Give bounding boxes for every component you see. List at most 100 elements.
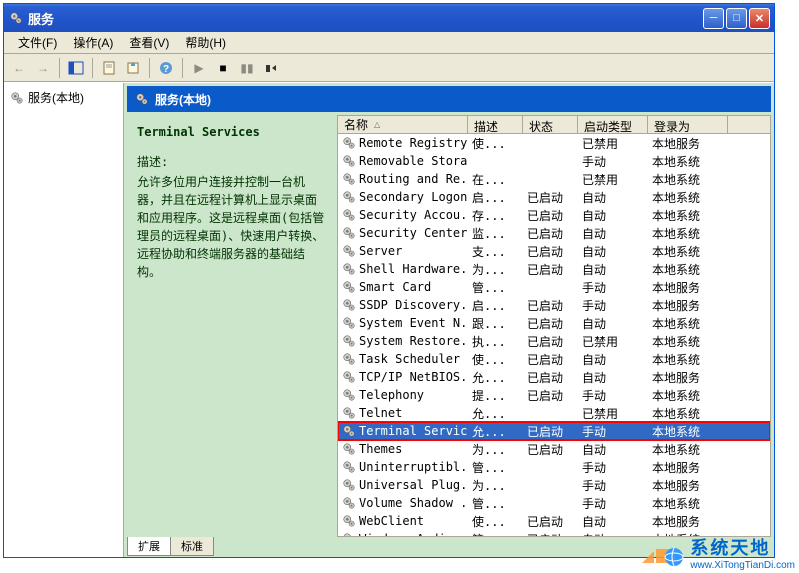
toolbar: ← → ? ▶ ■ ▮▮ xyxy=(4,54,774,82)
service-row[interactable]: Volume Shadow ...管...手动本地系统 xyxy=(338,494,770,512)
service-desc: 管... xyxy=(468,279,523,296)
service-row[interactable]: WebClient使...已启动自动本地服务 xyxy=(338,512,770,530)
service-row[interactable]: Server支...已启动自动本地系统 xyxy=(338,242,770,260)
stop-service-button[interactable]: ■ xyxy=(212,57,234,79)
restart-service-button[interactable] xyxy=(260,57,282,79)
menu-file[interactable]: 文件(F) xyxy=(10,32,65,53)
service-name: Remote Registry xyxy=(359,136,467,150)
properties-button[interactable] xyxy=(98,57,120,79)
service-row[interactable]: Smart Card管...手动本地服务 xyxy=(338,278,770,296)
service-start: 手动 xyxy=(578,279,648,296)
gears-icon xyxy=(342,136,356,150)
gears-icon xyxy=(342,226,356,240)
help-button[interactable]: ? xyxy=(155,57,177,79)
service-row[interactable]: System Restore...执...已启动已禁用本地系统 xyxy=(338,332,770,350)
service-row[interactable]: Themes为...已启动自动本地系统 xyxy=(338,440,770,458)
service-logon: 本地系统 xyxy=(648,315,728,332)
service-logon: 本地系统 xyxy=(648,243,728,260)
menu-help[interactable]: 帮助(H) xyxy=(177,32,234,53)
service-desc: 使... xyxy=(468,135,523,152)
maximize-button[interactable]: □ xyxy=(726,8,747,29)
service-status: 已启动 xyxy=(523,225,578,242)
gears-icon xyxy=(342,424,356,438)
service-logon: 本地系统 xyxy=(648,387,728,404)
service-name: Server xyxy=(359,244,402,258)
service-start: 自动 xyxy=(578,531,648,537)
export-button[interactable] xyxy=(122,57,144,79)
col-logon[interactable]: 登录为 xyxy=(648,116,728,133)
service-desc: 使... xyxy=(468,513,523,530)
gears-icon xyxy=(342,298,356,312)
service-desc: 为... xyxy=(468,261,523,278)
service-name: Security Accou... xyxy=(359,208,468,222)
service-row[interactable]: Secondary Logon启...已启动自动本地系统 xyxy=(338,188,770,206)
pause-service-button[interactable]: ▮▮ xyxy=(236,57,258,79)
service-name: Themes xyxy=(359,442,402,456)
service-logon: 本地系统 xyxy=(648,207,728,224)
gears-icon xyxy=(342,262,356,276)
service-logon: 本地系统 xyxy=(648,171,728,188)
service-logon: 本地系统 xyxy=(648,495,728,512)
menu-view[interactable]: 查看(V) xyxy=(121,32,177,53)
service-start: 自动 xyxy=(578,207,648,224)
service-desc: 管... xyxy=(468,531,523,537)
tab-standard[interactable]: 标准 xyxy=(170,537,214,556)
service-row[interactable]: Remote Registry使...已禁用本地服务 xyxy=(338,134,770,152)
gears-icon xyxy=(135,92,149,106)
service-row[interactable]: Task Scheduler使...已启动自动本地系统 xyxy=(338,350,770,368)
gears-icon xyxy=(342,406,356,420)
close-button[interactable]: ✕ xyxy=(749,8,770,29)
col-name[interactable]: 名称△ xyxy=(338,116,468,133)
service-status: 已启动 xyxy=(523,423,578,440)
tab-extended[interactable]: 扩展 xyxy=(127,537,171,556)
service-logon: 本地系统 xyxy=(648,189,728,206)
client-area: 服务(本地) 服务(本地) Terminal Services 描述: 允许多位… xyxy=(4,82,774,557)
sort-asc-icon: △ xyxy=(374,120,380,129)
col-status[interactable]: 状态 xyxy=(523,116,578,133)
show-hide-button[interactable] xyxy=(65,57,87,79)
service-desc: 使... xyxy=(468,351,523,368)
service-logon: 本地服务 xyxy=(648,369,728,386)
tree-root-item[interactable]: 服务(本地) xyxy=(8,87,119,108)
service-desc: 允... xyxy=(468,423,523,440)
back-button[interactable]: ← xyxy=(8,57,30,79)
service-desc: 启... xyxy=(468,189,523,206)
titlebar[interactable]: 服务 ─ □ ✕ xyxy=(4,4,774,32)
menubar: 文件(F) 操作(A) 查看(V) 帮助(H) xyxy=(4,32,774,54)
service-row[interactable]: Terminal Services允...已启动手动本地系统 xyxy=(338,422,770,440)
col-start[interactable]: 启动类型 xyxy=(578,116,648,133)
minimize-button[interactable]: ─ xyxy=(703,8,724,29)
forward-button[interactable]: → xyxy=(32,57,54,79)
service-status: 已启动 xyxy=(523,387,578,404)
list-body[interactable]: Remote Registry使...已禁用本地服务Removable Stor… xyxy=(338,134,770,536)
service-row[interactable]: Telnet允...已禁用本地系统 xyxy=(338,404,770,422)
watermark: 系统天地 www.XiTongTianDi.com xyxy=(640,533,795,571)
service-start: 已禁用 xyxy=(578,135,648,152)
service-name: System Event N... xyxy=(359,316,468,330)
gears-icon xyxy=(342,208,356,222)
service-name: Secondary Logon xyxy=(359,190,467,204)
gears-icon xyxy=(342,352,356,366)
col-desc[interactable]: 描述 xyxy=(468,116,523,133)
service-row[interactable]: Security Accou...存...已启动自动本地系统 xyxy=(338,206,770,224)
service-start: 自动 xyxy=(578,513,648,530)
menu-action[interactable]: 操作(A) xyxy=(65,32,121,53)
service-row[interactable]: Security Center监...已启动自动本地系统 xyxy=(338,224,770,242)
service-row[interactable]: Shell Hardware...为...已启动自动本地系统 xyxy=(338,260,770,278)
service-desc: 为... xyxy=(468,477,523,494)
service-desc: 存... xyxy=(468,207,523,224)
service-row[interactable]: TCP/IP NetBIOS...允...已启动自动本地服务 xyxy=(338,368,770,386)
service-row[interactable]: SSDP Discovery...启...已启动手动本地服务 xyxy=(338,296,770,314)
svg-text:?: ? xyxy=(163,64,169,75)
service-desc: 为... xyxy=(468,441,523,458)
service-logon: 本地服务 xyxy=(648,513,728,530)
service-row[interactable]: Telephony提...已启动手动本地系统 xyxy=(338,386,770,404)
service-row[interactable]: System Event N...跟...已启动自动本地系统 xyxy=(338,314,770,332)
service-row[interactable]: Uninterruptibl...管...手动本地服务 xyxy=(338,458,770,476)
service-row[interactable]: Routing and Re...在...已禁用本地系统 xyxy=(338,170,770,188)
service-row[interactable]: Universal Plug...为...手动本地服务 xyxy=(338,476,770,494)
service-start: 已禁用 xyxy=(578,333,648,350)
start-service-button[interactable]: ▶ xyxy=(188,57,210,79)
service-row[interactable]: Removable Storage手动本地系统 xyxy=(338,152,770,170)
watermark-logo-icon xyxy=(640,533,684,571)
